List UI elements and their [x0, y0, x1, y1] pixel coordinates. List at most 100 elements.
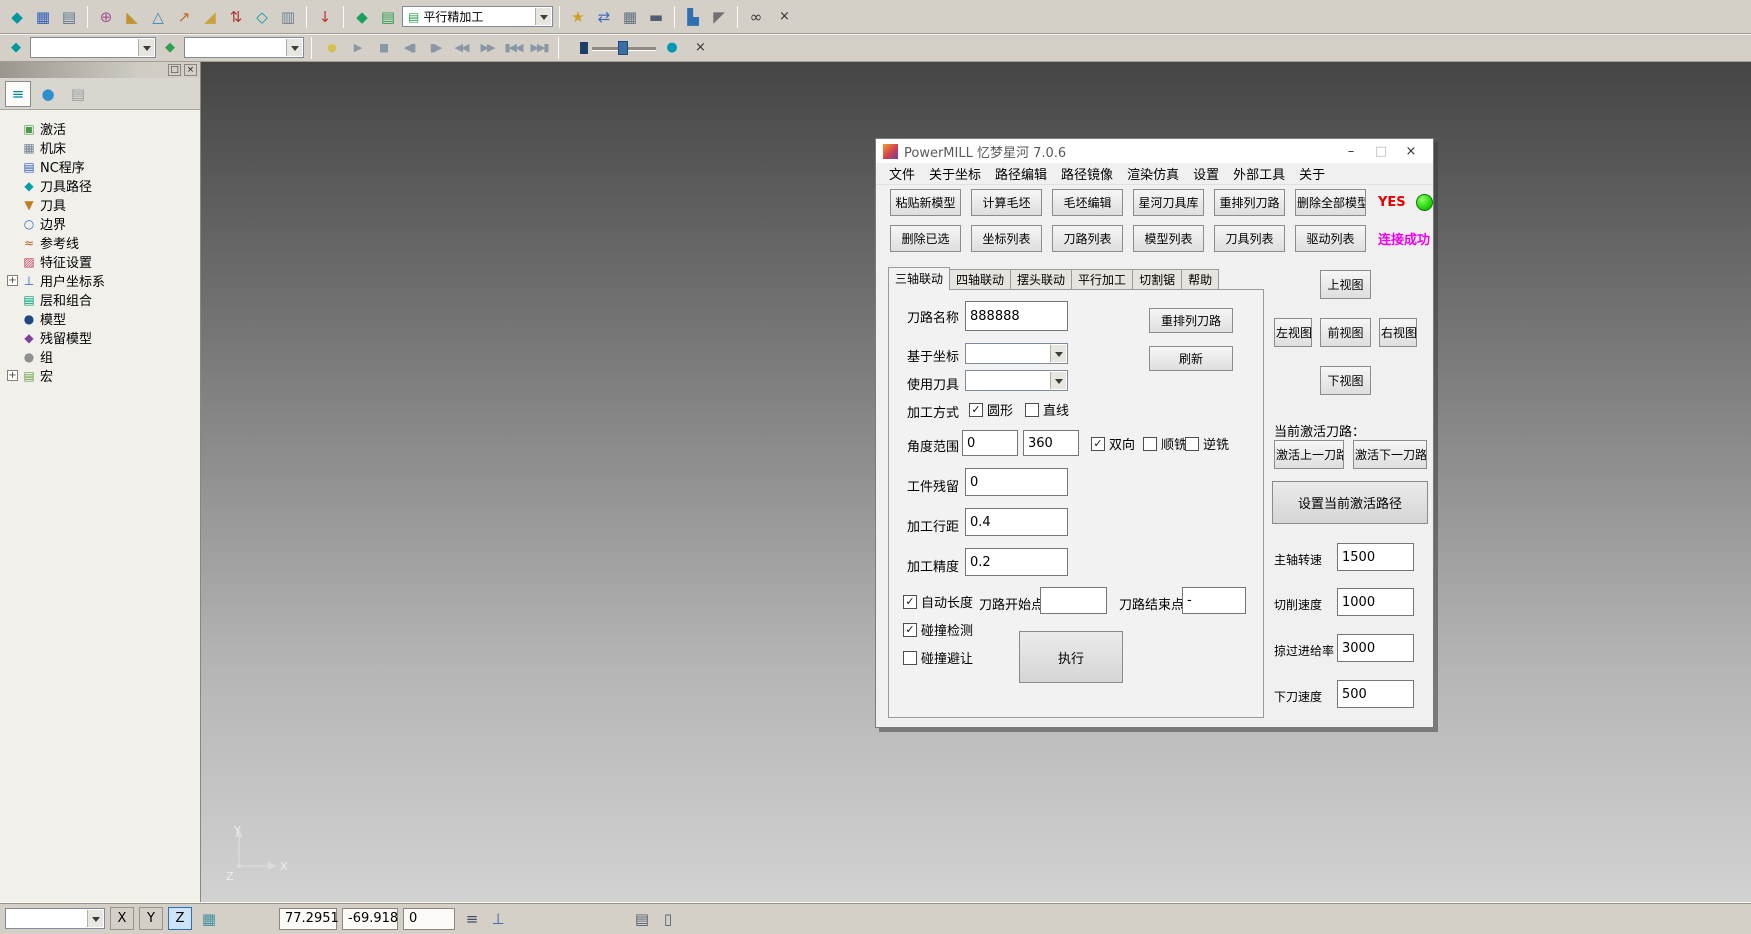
tab-4axis[interactable]: 四轴联动 — [949, 269, 1011, 289]
maximize-button[interactable]: □ — [1374, 144, 1388, 159]
tree-expander[interactable]: + — [7, 275, 18, 286]
start-point-input[interactable] — [1040, 587, 1107, 614]
combo-arrow-icon[interactable] — [87, 910, 103, 927]
checkbox-box[interactable] — [1143, 437, 1157, 451]
stock-allowance-input[interactable] — [965, 468, 1068, 496]
tree-item[interactable]: ▨ 特征设置 — [7, 252, 198, 271]
undo-arrows-icon[interactable]: ⇅ — [224, 5, 248, 29]
checkbox-box[interactable] — [903, 651, 917, 665]
ruler-icon[interactable]: ◣ — [120, 5, 144, 29]
rearrange-toolpaths-button[interactable]: 重排列刀路 — [1214, 189, 1285, 216]
tree-expander[interactable] — [7, 199, 18, 210]
tool-icon[interactable]: ★ — [566, 5, 590, 29]
toolbar-close-icon[interactable]: × — [690, 40, 711, 55]
toolpath-list-button[interactable]: 刀路列表 — [1052, 225, 1123, 252]
checkbox-box[interactable] — [903, 595, 917, 609]
tool-list-button[interactable]: 刀具列表 — [1214, 225, 1285, 252]
stepover-input[interactable] — [965, 508, 1068, 536]
tree-expander[interactable] — [7, 313, 18, 324]
tree-item[interactable]: ○ 边界 — [7, 214, 198, 233]
tree-item[interactable]: ▣ 激活 — [7, 119, 198, 138]
drive-list-button[interactable]: 驱动列表 — [1295, 225, 1366, 252]
tab-saw[interactable]: 切割锯 — [1132, 269, 1182, 289]
explorer-tab[interactable]: ≡ — [5, 81, 31, 107]
tree-item[interactable]: ▤ NC程序 — [7, 157, 198, 176]
view-top-button[interactable]: 上视图 — [1320, 270, 1371, 299]
menu-item-settings[interactable]: 设置 — [1186, 164, 1226, 183]
device-icon[interactable]: ▯ — [656, 907, 680, 931]
layer-stack-icon[interactable]: ◆ — [5, 5, 29, 29]
tree-item[interactable]: ▦ 机床 — [7, 138, 198, 157]
go-start-icon[interactable]: ▮◀◀ — [501, 37, 525, 59]
close-button[interactable]: × — [1404, 144, 1418, 159]
tree-expander[interactable] — [7, 123, 18, 134]
step-back-icon[interactable]: ◀▮ — [397, 37, 421, 59]
angle-end-input[interactable] — [1023, 430, 1079, 456]
tree-item[interactable]: ▤ 层和组合 — [7, 290, 198, 309]
panel-close-button[interactable]: × — [184, 64, 197, 76]
tab-swivel-head[interactable]: 摆头联动 — [1010, 269, 1072, 289]
combo-arrow-icon[interactable] — [1050, 345, 1066, 362]
rapid-feed-input[interactable] — [1337, 634, 1414, 662]
view-front-button[interactable]: 前视图 — [1320, 318, 1371, 347]
menu-item-path-mirror[interactable]: 路径镜像 — [1054, 164, 1120, 183]
paste-new-model-button[interactable]: 粘贴新模型 — [890, 189, 961, 216]
world-tab[interactable]: ● — [35, 81, 61, 107]
view-left-button[interactable]: 左视图 — [1274, 318, 1312, 347]
tree-item[interactable]: + ⊥ 用户坐标系 — [7, 271, 198, 290]
rewind-icon[interactable]: ◀◀ — [449, 37, 473, 59]
checkbox-box[interactable] — [903, 623, 917, 637]
combo-arrow-icon[interactable] — [286, 39, 302, 56]
circle-checkbox[interactable]: 圆形 — [969, 400, 1013, 419]
tree-item[interactable]: + ▤ 宏 — [7, 366, 198, 385]
toolpath-settings-icon[interactable]: ⇄ — [592, 5, 616, 29]
tree-item[interactable]: ● 组 — [7, 347, 198, 366]
end-point-input[interactable] — [1182, 587, 1246, 614]
pause-icon[interactable]: ▮▮ — [371, 37, 395, 59]
panel-float-button[interactable]: □ — [168, 64, 181, 76]
spindle-speed-input[interactable] — [1337, 543, 1414, 571]
tab-3axis[interactable]: 三轴联动 — [888, 267, 950, 290]
checkbox-box[interactable] — [969, 403, 983, 417]
slider-handle[interactable] — [618, 41, 628, 55]
tree-item[interactable]: ● 模型 — [7, 309, 198, 328]
pencil-icon[interactable]: ◢ — [198, 5, 222, 29]
angle-start-input[interactable] — [962, 430, 1018, 456]
menu-item-file[interactable]: 文件 — [882, 164, 922, 183]
menu-item-render-sim[interactable]: 渲染仿真 — [1120, 164, 1186, 183]
refresh-button[interactable]: 刷新 — [1149, 346, 1233, 371]
tree-item[interactable]: ▼ 刀具 — [7, 195, 198, 214]
strategy-doc-icon[interactable]: ▤ — [376, 5, 400, 29]
binoculars-icon[interactable]: ∞ — [744, 5, 768, 29]
cutting-feed-input[interactable] — [1337, 588, 1414, 616]
calculator-icon[interactable]: ▦ — [618, 5, 642, 29]
compass-icon[interactable]: ⊕ — [94, 5, 118, 29]
entity-diamond-icon[interactable]: ◆ — [350, 5, 374, 29]
tree-expander[interactable] — [7, 237, 18, 248]
execute-button[interactable]: 执行 — [1019, 631, 1123, 683]
tab-parallel[interactable]: 平行加工 — [1071, 269, 1133, 289]
stats-icon[interactable]: ▙ — [681, 5, 705, 29]
play-icon[interactable]: ▶ — [345, 37, 369, 59]
diamond-arrows-icon[interactable]: ◇ — [250, 5, 274, 29]
toolpath-name-input[interactable] — [965, 301, 1068, 331]
clamp-icon[interactable]: ◤ — [707, 5, 731, 29]
auto-length-checkbox[interactable]: 自动长度 — [903, 592, 973, 611]
axis-y-button[interactable]: Y — [139, 907, 163, 930]
coord-combo[interactable] — [965, 343, 1068, 364]
checkbox-box[interactable] — [1185, 437, 1199, 451]
delete-all-models-button[interactable]: 删除全部模型 — [1295, 189, 1366, 216]
model-list-button[interactable]: 模型列表 — [1133, 225, 1204, 252]
checkbox-box[interactable] — [1025, 403, 1039, 417]
ucs-icon[interactable]: ⊥ — [486, 907, 510, 931]
tree-expander[interactable] — [7, 332, 18, 343]
line-checkbox[interactable]: 直线 — [1025, 400, 1069, 419]
axis-z-button[interactable]: Z — [168, 907, 192, 930]
set-active-path-button[interactable]: 设置当前激活路径 — [1272, 481, 1428, 524]
combo-arrow-icon[interactable] — [1050, 372, 1066, 389]
print-icon[interactable]: ▤ — [57, 5, 81, 29]
plunge-feed-input[interactable] — [1337, 680, 1414, 708]
collision-check-checkbox[interactable]: 碰撞检测 — [903, 620, 973, 639]
clipboard-icon[interactable]: ▥ — [276, 5, 300, 29]
climb-checkbox[interactable]: 顺铣 — [1143, 434, 1187, 453]
